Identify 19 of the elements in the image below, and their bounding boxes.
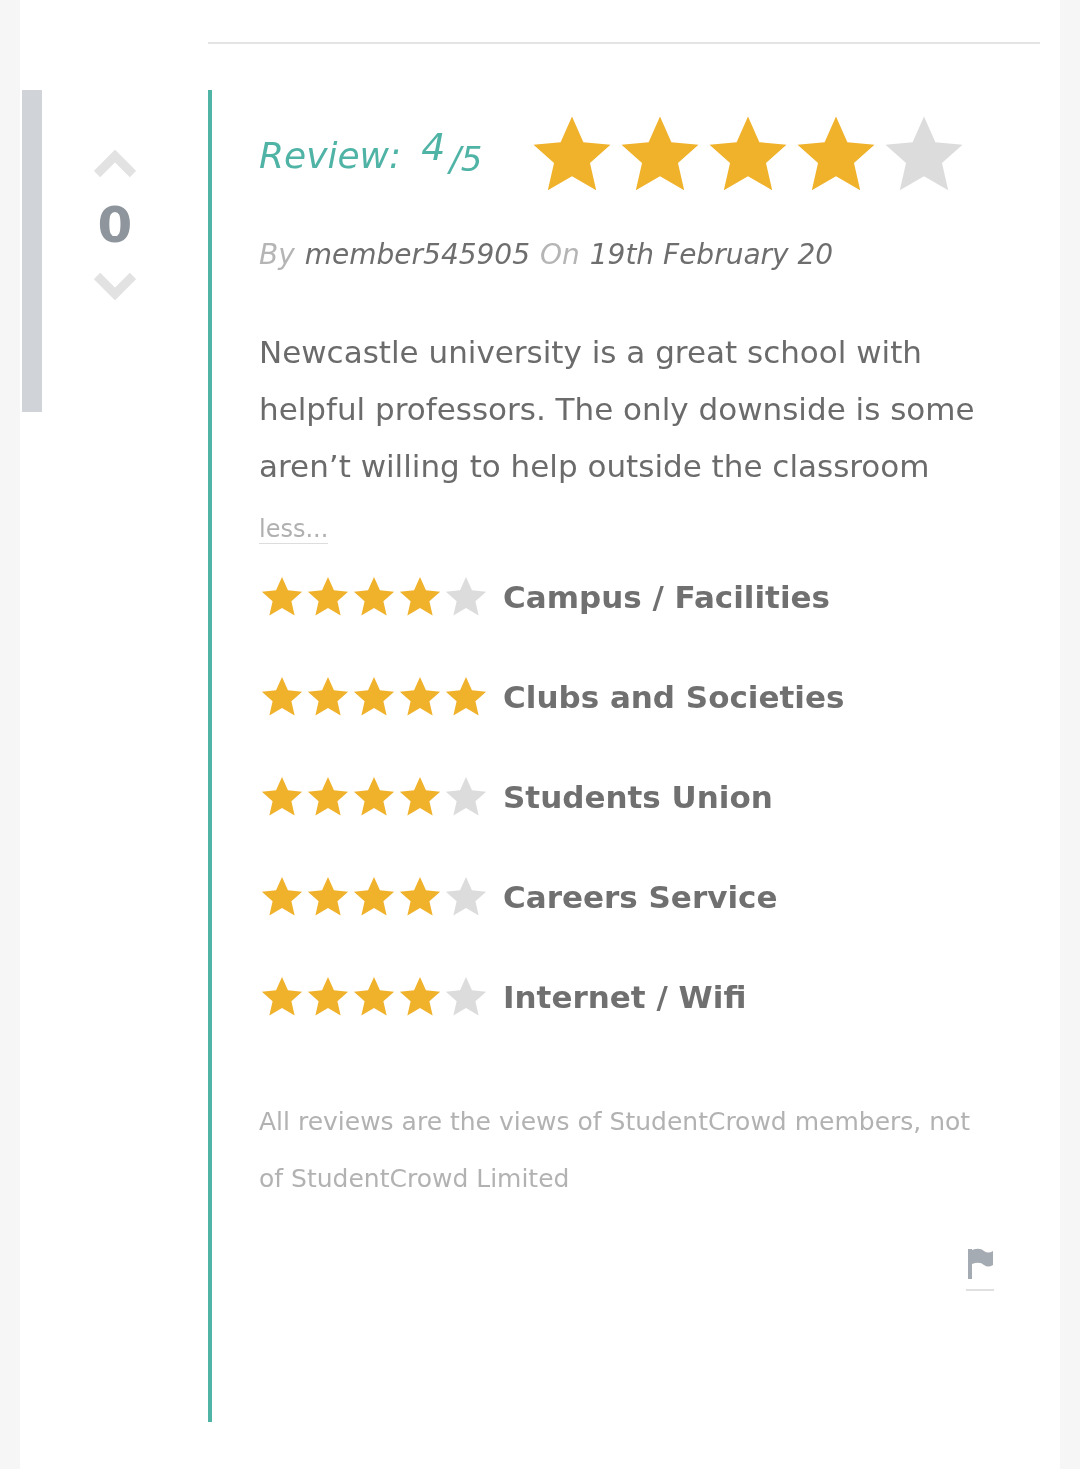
rating-label: Campus / Facilities [503, 578, 831, 615]
review-text: Newcastle university is a great school with helpful professors. The only downside is some aren’t willing to help outside the classroom [259, 333, 976, 486]
rating-label: Clubs and Societies [503, 678, 845, 715]
downvote-icon[interactable] [94, 272, 136, 300]
review-label: Review: [259, 134, 402, 176]
on-label: On [539, 237, 580, 271]
less-link[interactable]: less... [259, 515, 329, 544]
rating-label: Careers Service [503, 878, 778, 915]
by-label: By [259, 237, 295, 271]
review-score: 4 [421, 125, 446, 169]
rating-label: Internet / Wifi [503, 978, 747, 1015]
flag-icon[interactable] [966, 1247, 994, 1291]
author-name: member545905 [304, 237, 530, 271]
disclaimer-text: All reviews are the views of StudentCrowd members, not of StudentCrowd Limited [259, 1106, 972, 1195]
rating-label: Students Union [503, 778, 773, 815]
review-max: /5 [449, 139, 483, 179]
review-date: 19th February 20 [589, 237, 834, 271]
upvote-icon[interactable] [94, 150, 136, 178]
vote-count: 0 [97, 200, 133, 250]
